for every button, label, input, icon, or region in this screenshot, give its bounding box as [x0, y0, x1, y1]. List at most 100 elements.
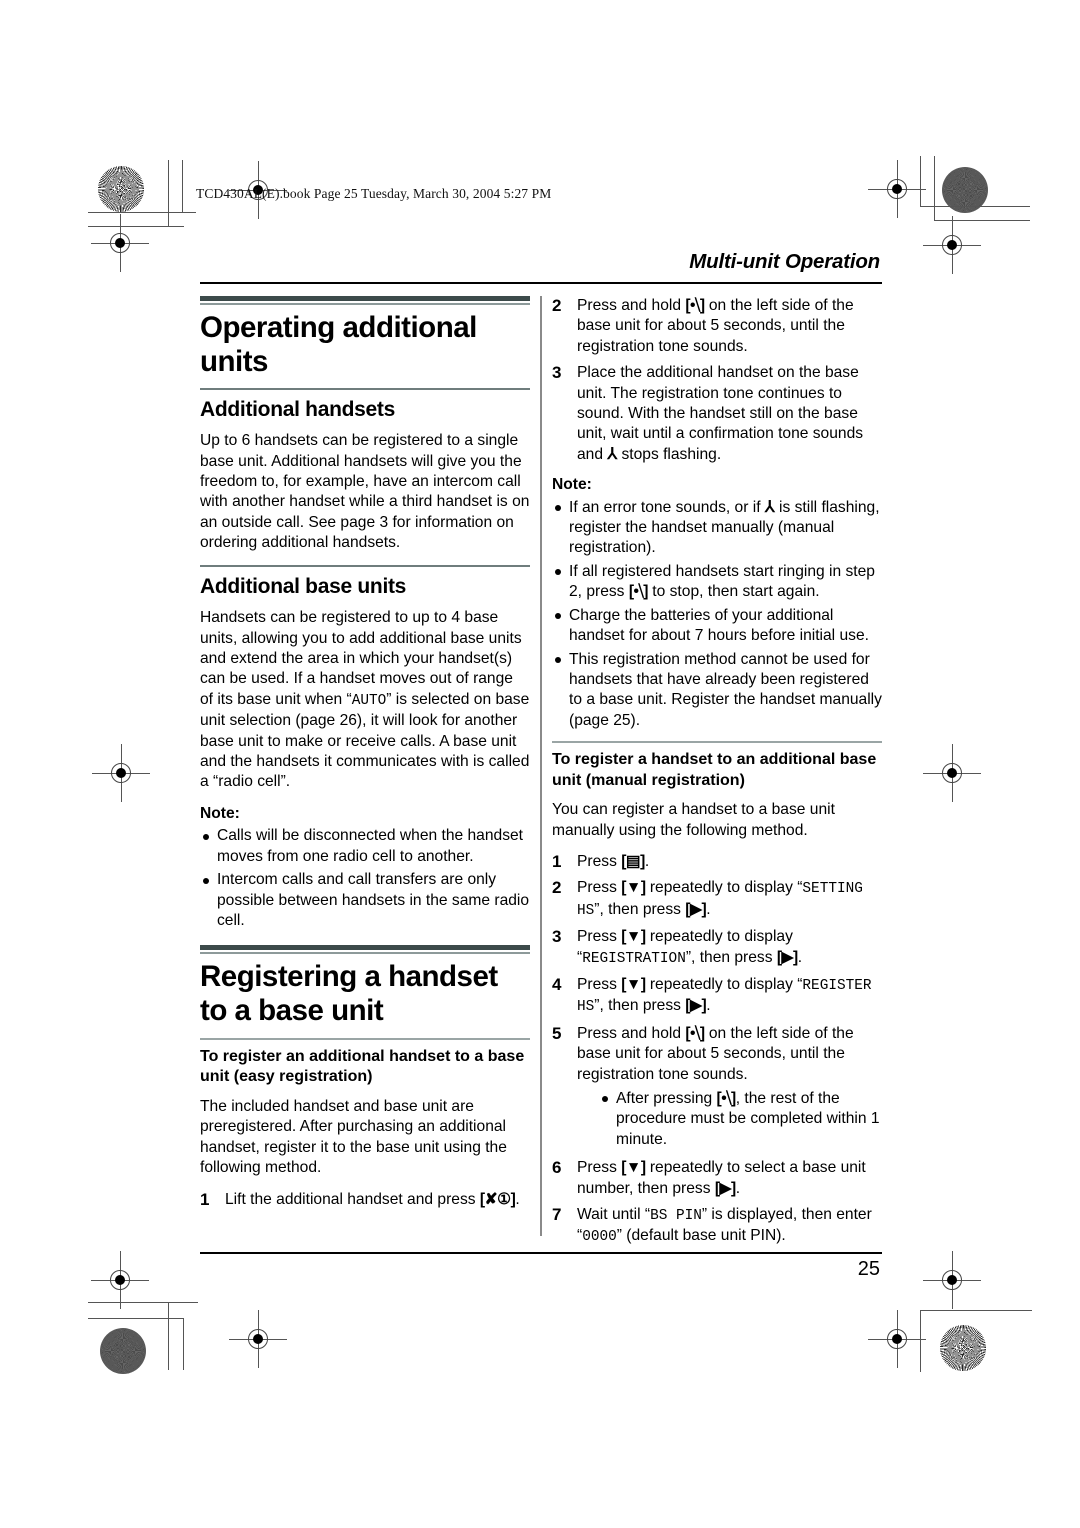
list-item: This registration method cannot be used …: [552, 650, 882, 732]
crop-line: [183, 1318, 184, 1370]
step-text-before: Wait until “: [577, 1206, 651, 1224]
crop-line: [920, 206, 1030, 207]
registration-mark-top-right: [868, 160, 926, 218]
heading-rule-thin: [200, 303, 530, 305]
list-item: If an error tone sounds, or if ⅄ is stil…: [552, 498, 882, 559]
file-stamp: TCD430AL(E).book Page 25 Tuesday, March …: [196, 186, 552, 201]
list-item: 2 Press [▼] repeatedly to display “SETTI…: [552, 878, 882, 921]
section1-body: Up to 6 handsets can be registered to a …: [200, 432, 530, 552]
running-head: Multi-unit Operation: [689, 250, 880, 273]
display-text-auto: AUTO: [351, 692, 387, 709]
step-text-after: stops flashing.: [617, 445, 722, 463]
section-heading-additional-handsets: Additional handsets: [200, 398, 395, 422]
right-arrow-key-icon: [▶]: [685, 900, 707, 918]
registration-mark-left-upper: [91, 214, 149, 272]
section-rule: [200, 387, 530, 391]
step-text-mid2: ”, then press: [685, 948, 777, 966]
heading-rule-thick: [200, 945, 530, 951]
step-number: 5: [552, 1023, 562, 1043]
list-item: 2 Press and hold [•⧹] on the left side o…: [552, 296, 882, 357]
registration-mark-right-upper: [923, 216, 981, 274]
subnote-text-before: After pressing: [616, 1089, 717, 1107]
step-text-before: Press: [577, 852, 622, 870]
manual-section-body: You can register a handset to a base uni…: [552, 801, 835, 839]
note-text-before: If an error tone sounds, or if: [569, 498, 765, 516]
step-text-mid: repeatedly to display “: [645, 879, 803, 897]
crop-line: [934, 220, 1030, 221]
pager-key-icon: [•⧹]: [628, 583, 649, 601]
chapter-heading-block-2: Registering a handset to a base unit: [200, 945, 530, 1028]
step-text-after: .: [706, 900, 711, 918]
step-number: 6: [552, 1158, 562, 1178]
list-item: 3 Press [▼] repeatedly to display “REGIS…: [552, 927, 882, 969]
crop-line: [934, 156, 935, 220]
print-rosette-bottom-right: [940, 1325, 986, 1371]
easy-registration-steps-continued: 2 Press and hold [•⧹] on the left side o…: [552, 296, 882, 465]
step-number: 3: [552, 927, 562, 947]
page-number: 25: [857, 1258, 880, 1280]
step-text-before: Lift the additional handset and press: [225, 1190, 480, 1208]
left-column: Operating additional units Additional ha…: [200, 296, 530, 1220]
note-text-after: to stop, then start again.: [647, 583, 820, 601]
step5-subnote-list: After pressing [•⧹], the rest of the pro…: [599, 1089, 882, 1150]
crop-line: [182, 160, 183, 212]
note-list: If an error tone sounds, or if ⅄ is stil…: [552, 498, 882, 731]
step-text-mid: repeatedly to display “: [645, 975, 803, 993]
down-arrow-key-icon: [▼]: [621, 928, 646, 946]
right-arrow-key-icon: [▶]: [714, 1179, 736, 1197]
step-text-before: Press: [577, 879, 622, 897]
list-item: 6 Press [▼] repeatedly to select a base …: [552, 1158, 882, 1199]
step-text-before: Press and hold: [577, 297, 686, 314]
registration-mark-left-middle: [92, 744, 150, 802]
down-arrow-key-icon: [▼]: [621, 879, 646, 897]
list-item: 1 Press [▤].: [552, 852, 882, 872]
crop-line: [88, 212, 196, 213]
list-item: 3 Place the additional handset on the ba…: [552, 363, 882, 465]
crop-line: [88, 1318, 184, 1319]
right-column: 2 Press and hold [•⧹] on the left side o…: [552, 296, 882, 1258]
step-text-mid2: ”, then press: [594, 997, 686, 1015]
registration-mark-left-lower: [91, 1251, 149, 1309]
crop-line: [920, 1310, 1032, 1311]
registration-mark-right-middle: [923, 744, 981, 802]
heading-rule-thick: [200, 296, 530, 301]
crop-line: [920, 1310, 921, 1372]
pager-key-icon: [•⧹]: [685, 1024, 705, 1042]
section3-body: The included handset and base unit are p…: [200, 1097, 507, 1177]
list-item: 4 Press [▼] repeatedly to display “REGIS…: [552, 975, 882, 1018]
registration-mark-bottom-left: [229, 1310, 287, 1368]
chapter-heading-block: Operating additional units: [200, 296, 530, 379]
down-arrow-key-icon: [▼]: [621, 975, 646, 993]
subsection-heading-manual-registration: To register a handset to an additional b…: [552, 750, 877, 789]
step-number: 4: [552, 974, 562, 994]
manual-registration-steps: 1 Press [▤]. 2 Press [▼] repeatedly to d…: [552, 852, 882, 1248]
step-text-after: .: [735, 1179, 741, 1197]
easy-registration-steps: 1 Lift the additional handset and press …: [200, 1190, 530, 1210]
down-arrow-key-icon: [▼]: [621, 1159, 646, 1177]
step-number: 1: [200, 1189, 210, 1209]
right-arrow-key-icon: [▶]: [776, 948, 798, 966]
list-item: 1 Lift the additional handset and press …: [200, 1190, 530, 1210]
note-label: Note:: [552, 476, 592, 494]
display-text-bs-pin: BS PIN: [650, 1208, 702, 1225]
step-text-after: .: [706, 997, 711, 1015]
list-item: After pressing [•⧹], the rest of the pro…: [599, 1089, 882, 1150]
heading-rule-thin: [200, 952, 530, 954]
display-text: REGISTRATION: [582, 950, 686, 967]
pager-key-icon: [•⧹]: [685, 297, 705, 314]
footer-rule: [200, 1252, 882, 1254]
section-heading-additional-base-units: Additional base units: [200, 575, 407, 599]
display-text-pin-default: 0000: [582, 1229, 617, 1246]
talk-off-key-icon: [✘①]: [479, 1190, 516, 1208]
registration-mark-bottom-right: [923, 1251, 981, 1309]
step-number: 1: [552, 851, 562, 871]
list-item: Intercom calls and call transfers are on…: [200, 870, 530, 931]
list-item: Calls will be disconnected when the hand…: [200, 826, 530, 867]
crop-line: [168, 160, 169, 226]
step-text-before: Press: [577, 975, 622, 993]
subsection-rule: [200, 1037, 530, 1040]
crop-line: [88, 1302, 198, 1303]
crop-line: [168, 1302, 169, 1370]
subsection-rule: [552, 741, 882, 743]
registration-mark-right-lower: [868, 1310, 926, 1368]
